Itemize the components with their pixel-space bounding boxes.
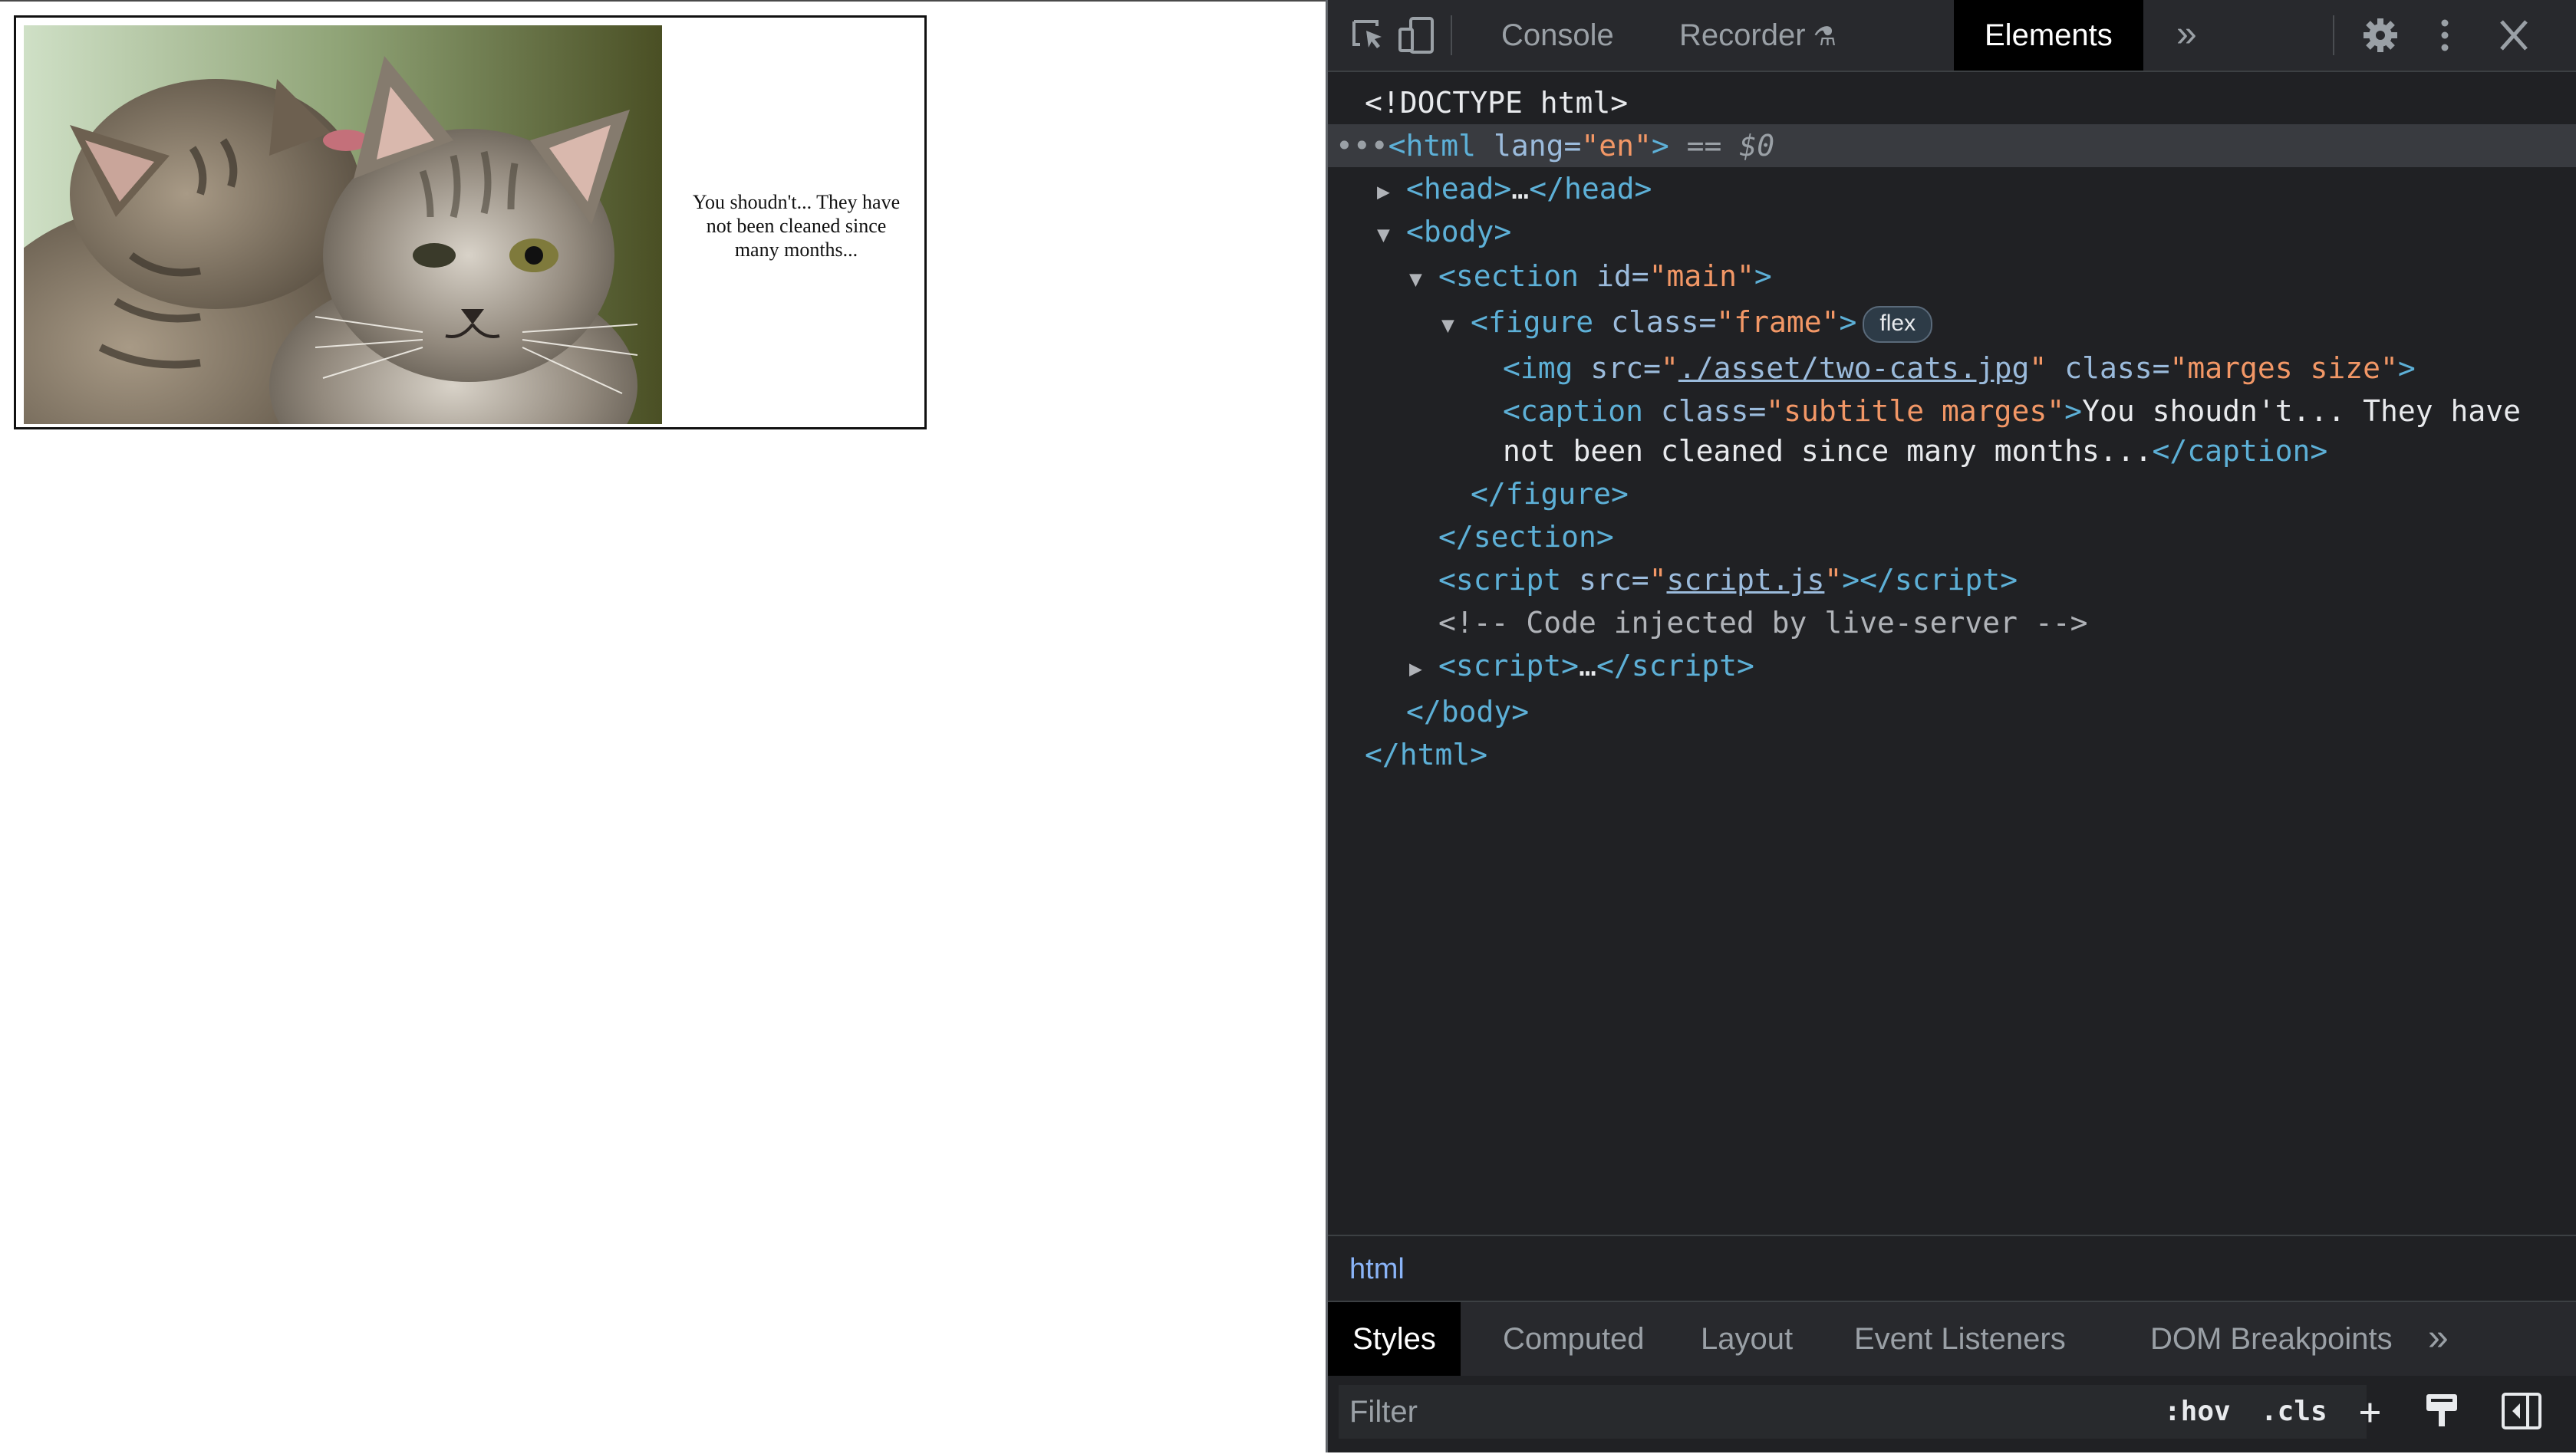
- selected-var: $0: [1739, 129, 1775, 163]
- figure-tag: figure: [1487, 305, 1594, 339]
- section-attr: id: [1596, 259, 1632, 293]
- dom-node-figure[interactable]: ▼ <figure class="frame"> flex: [1328, 301, 2576, 344]
- expand-arrow-icon[interactable]: ▶: [1377, 170, 1406, 213]
- dom-node-doctype[interactable]: <!DOCTYPE html>: [1328, 81, 2576, 124]
- collapse-arrow-icon[interactable]: ▼: [1377, 213, 1406, 256]
- head-ellipsis: …: [1511, 172, 1530, 206]
- computed-styles-toggle-icon[interactable]: [2420, 1390, 2463, 1433]
- breadcrumb: html: [1328, 1235, 2576, 1302]
- live-server-comment: <!-- Code injected by live-server -->: [1438, 606, 2088, 640]
- settings-gear-icon[interactable]: [2360, 17, 2400, 54]
- collapse-arrow-icon[interactable]: ▼: [1409, 258, 1438, 301]
- img-src-attr: src: [1590, 351, 1644, 385]
- head-close-tag: head: [1563, 172, 1635, 206]
- two-cats-image: [24, 25, 662, 424]
- more-style-tabs-icon[interactable]: »: [2428, 1302, 2449, 1376]
- script2-open-tag: script: [1455, 649, 1562, 683]
- expand-arrow-icon[interactable]: ▶: [1409, 647, 1438, 690]
- inspect-element-icon[interactable]: [1349, 17, 1389, 54]
- collapse-arrow-icon[interactable]: ▼: [1441, 304, 1471, 347]
- html-tag-name: html: [1405, 129, 1477, 163]
- script-src-link[interactable]: script.js: [1666, 563, 1824, 597]
- img-class-attr: class: [2064, 351, 2153, 385]
- figure-close-tag: figure: [1505, 477, 1612, 511]
- tab-computed[interactable]: Computed: [1478, 1302, 1669, 1376]
- dom-node-head[interactable]: ▶ <head>…</head>: [1328, 167, 2576, 210]
- dom-node-caption[interactable]: <caption class="subtitle marges">You sho…: [1328, 390, 2576, 433]
- caption-tag: caption: [1520, 394, 1644, 428]
- dom-node-figure-close[interactable]: </figure>: [1328, 472, 2576, 515]
- tab-elements[interactable]: Elements: [1954, 0, 2143, 71]
- script2-close-tag: script: [1631, 649, 1737, 683]
- new-style-rule-icon[interactable]: +: [2359, 1385, 2381, 1439]
- dom-node-img[interactable]: <img src="./asset/two-cats.jpg" class="m…: [1328, 347, 2576, 390]
- more-tabs-icon[interactable]: »: [2176, 0, 2197, 71]
- tab-console[interactable]: Console: [1471, 0, 1645, 71]
- styles-tabbar: Styles Computed Layout Event Listeners D…: [1328, 1301, 2576, 1377]
- body-open-tag: body: [1423, 215, 1494, 248]
- head-open-tag: head: [1423, 172, 1494, 206]
- toolbar-separator: [1451, 15, 1452, 55]
- devtools-toolbar: Console Recorder ⚗ Elements »: [1328, 0, 2576, 72]
- body-close-tag: body: [1441, 695, 1512, 729]
- dom-node-html-close[interactable]: </html>: [1328, 733, 2576, 776]
- breadcrumb-item-html[interactable]: html: [1349, 1236, 1405, 1302]
- html-close-tag: html: [1399, 738, 1471, 771]
- tab-layout[interactable]: Layout: [1676, 1302, 1817, 1376]
- dom-node-html[interactable]: •••<html lang="en"> == $0: [1328, 124, 2576, 167]
- dom-node-script[interactable]: <script src="script.js"></script>: [1328, 558, 2576, 601]
- html-lang-attr: lang: [1493, 129, 1564, 163]
- figure-attr: class: [1611, 305, 1699, 339]
- img-class-value: marges size: [2187, 351, 2381, 385]
- rendered-page: You shoudn't... They have not been clean…: [0, 0, 1326, 1454]
- html-lang-value: en: [1599, 129, 1634, 163]
- flask-icon: ⚗: [1813, 22, 1836, 51]
- figure-frame: You shoudn't... They have not been clean…: [14, 15, 927, 429]
- caption-close-tag: caption: [2187, 434, 2311, 468]
- figure-caption: You shoudn't... They have not been clean…: [692, 191, 901, 261]
- devtools-panel: Console Recorder ⚗ Elements » <!DOCTYPE h…: [1326, 0, 2576, 1452]
- styles-filter-bar: Filter :hov .cls +: [1328, 1376, 2576, 1452]
- toolbar-separator-2: [2333, 15, 2334, 55]
- section-close-tag: section: [1473, 520, 1596, 554]
- dom-node-caption-cont: not been cleaned since many months...</c…: [1503, 434, 2328, 468]
- dom-tree: <!DOCTYPE html> •••<html lang="en"> == $…: [1328, 77, 2576, 1227]
- section-value: main: [1666, 259, 1737, 293]
- script-close-tag: script: [1894, 563, 2001, 597]
- cls-toggle[interactable]: .cls: [2261, 1385, 2327, 1439]
- dom-node-section[interactable]: ▼ <section id="main">: [1328, 255, 2576, 298]
- sidebar-toggle-icon[interactable]: [2500, 1390, 2543, 1433]
- device-toolbar-icon[interactable]: [1397, 17, 1437, 54]
- dom-node-comment[interactable]: <!-- Code injected by live-server -->: [1328, 601, 2576, 644]
- dom-node-script-2[interactable]: ▶ <script>…</script>: [1328, 644, 2576, 687]
- tab-dom-breakpoints[interactable]: DOM Breakpoints: [2126, 1302, 2417, 1376]
- close-icon[interactable]: [2494, 17, 2534, 54]
- flex-badge[interactable]: flex: [1863, 305, 1933, 343]
- tab-event-listeners[interactable]: Event Listeners: [1830, 1302, 2090, 1376]
- img-src-link[interactable]: ./asset/two-cats.jpg: [1678, 351, 2030, 385]
- tab-recorder-label: Recorder: [1679, 18, 1806, 52]
- node-actions-icon[interactable]: •••: [1336, 129, 1388, 163]
- caption-class-attr: class: [1660, 394, 1749, 428]
- kebab-menu-icon[interactable]: [2425, 17, 2465, 54]
- figure-value: frame: [1734, 305, 1822, 339]
- tab-styles[interactable]: Styles: [1328, 1302, 1461, 1376]
- caption-text-line-2: not been cleaned since many months...: [1503, 434, 2153, 468]
- dom-node-section-close[interactable]: </section>: [1328, 515, 2576, 558]
- script-tag: script: [1455, 563, 1562, 597]
- doctype-text: <!DOCTYPE html>: [1365, 86, 1629, 120]
- section-tag: section: [1455, 259, 1580, 293]
- script-src-attr: src: [1579, 563, 1632, 597]
- hov-toggle[interactable]: :hov: [2164, 1385, 2231, 1439]
- dom-node-body-close[interactable]: </body>: [1328, 690, 2576, 733]
- dom-node-body[interactable]: ▼ <body>: [1328, 210, 2576, 253]
- script2-ellipsis: …: [1579, 649, 1596, 683]
- caption-text-line-1: You shoudn't... They have: [2082, 394, 2522, 428]
- selected-marker: ==: [1686, 129, 1740, 163]
- tab-recorder[interactable]: Recorder ⚗: [1649, 0, 1867, 71]
- img-tag: img: [1520, 351, 1573, 385]
- caption-class-value: subtitle marges: [1784, 394, 2047, 428]
